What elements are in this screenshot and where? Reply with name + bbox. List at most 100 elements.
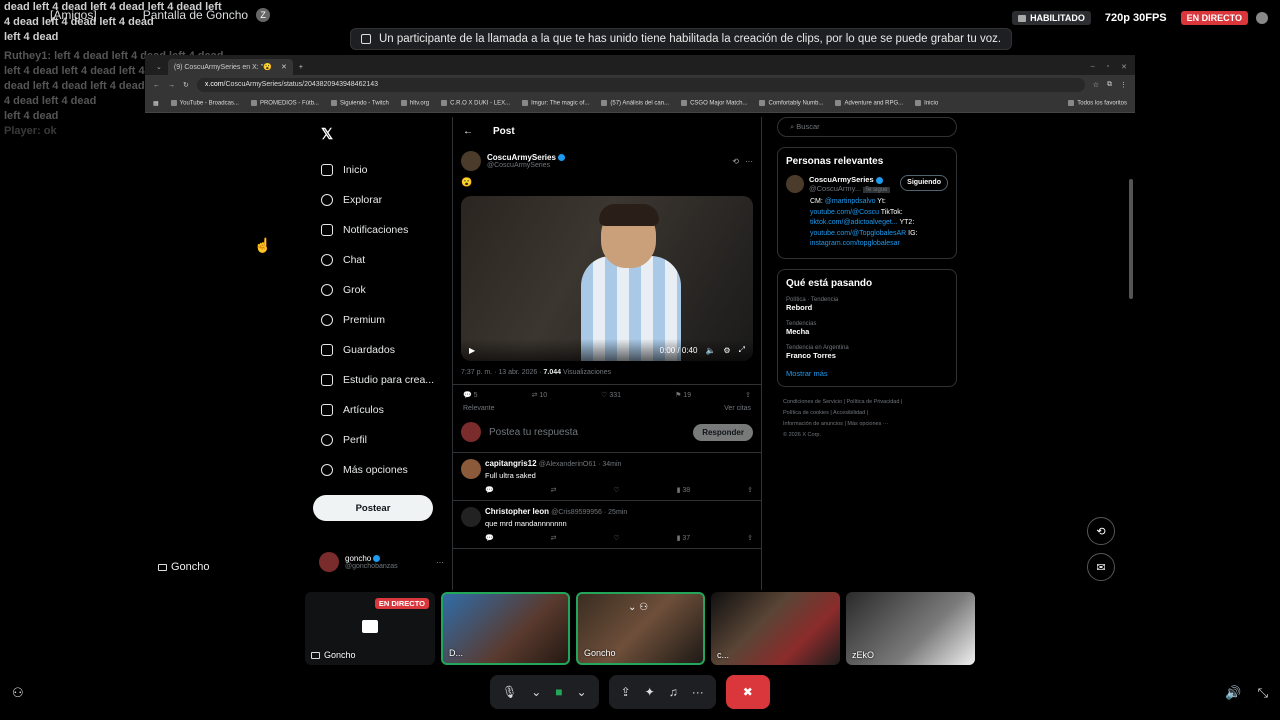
soundboard-icon[interactable]: ♫ [669,685,678,699]
star-icon[interactable]: ☆ [1093,81,1099,89]
reply-icon[interactable]: 💬 [485,486,494,494]
sort-dropdown[interactable]: Relevante [463,405,495,412]
chevron-down-icon[interactable]: ⌄ [577,685,587,699]
bookmark[interactable]: PROMEDIOS - Fútb... [251,100,319,107]
all-bookmarks[interactable]: Todos los favoritos [1068,100,1127,107]
new-tab-button[interactable]: + [293,60,309,75]
back-icon[interactable]: ← [153,82,160,89]
trend-item[interactable]: Tendencia en Argentina Franco Torres [786,345,948,360]
participant-actions-icon[interactable]: ⌄ ⚇ [628,602,648,613]
show-more-link[interactable]: Mostrar más [786,369,948,378]
like-icon[interactable]: ♡ [613,486,619,494]
more-options-icon[interactable]: ··· [692,685,704,699]
nav-articles[interactable]: Artículos [313,395,448,425]
share-icon[interactable]: ⇪ [745,391,751,399]
search-input[interactable]: ⌕ Buscar [777,117,957,137]
following-button[interactable]: Siguiendo [900,175,948,191]
bookmark[interactable]: Comfortably Numb... [759,100,823,107]
reply-icon[interactable]: 💬 [485,534,494,542]
close-icon[interactable]: ✕ [281,63,287,71]
minimize-icon[interactable]: – [1091,63,1095,71]
nav-chat[interactable]: Chat [313,245,448,275]
bookmark[interactable]: C.R.O X DUKI - LEX... [441,100,510,107]
fullscreen-icon[interactable]: ⤢ [739,345,745,355]
scrollbar[interactable] [1129,179,1133,299]
back-arrow-icon[interactable]: ← [463,126,473,137]
x-logo-icon[interactable]: 𝕏 [321,125,448,143]
microphone-icon[interactable]: 🎙 [502,685,517,699]
maximize-icon[interactable]: ▫ [1107,63,1109,71]
nav-home[interactable]: Inicio [313,155,448,185]
extensions-icon[interactable]: ⧉ [1107,81,1112,89]
bookmark[interactable]: Siguiendo - Twitch [331,100,389,107]
forward-icon[interactable]: → [168,82,175,89]
more-dots-icon[interactable]: ··· [436,558,444,567]
browser-tab[interactable]: (9) CoscuArmySeries en X: "😮 ✕ [167,59,293,75]
settings-icon[interactable] [1256,12,1268,24]
url-input[interactable]: x.com/CoscuArmySeries/status/20438209439… [196,78,1085,92]
menu-icon[interactable]: ⋮ [1120,81,1127,89]
bookmark[interactable]: Imgur: The magic of... [522,100,589,107]
share-icon[interactable]: ⇪ [747,486,753,494]
account-switcher[interactable]: goncho @gonchobanzas ··· [319,552,444,572]
camera-icon[interactable]: ■ [555,685,562,699]
trend-item[interactable]: Política · Tendencia Rebord [786,297,948,312]
settings-icon[interactable]: ⚙ [723,346,730,355]
grok-icon[interactable]: ⟲ [732,157,739,166]
nav-grok[interactable]: Grok [313,275,448,305]
volume-icon[interactable]: 🔊 [1225,685,1241,701]
bookmark[interactable]: CSGO Major Match... [681,100,747,107]
activities-icon[interactable]: ✦ [645,685,655,699]
like-icon[interactable]: ♡ 331 [601,391,621,399]
bookmark[interactable]: (57) Análisis del can... [601,100,669,107]
reply-input[interactable]: Postea tu respuesta [489,427,578,438]
invite-icon[interactable]: ⚇ [12,685,24,701]
nav-profile[interactable]: Perfil [313,425,448,455]
close-window-icon[interactable]: ✕ [1121,63,1127,71]
relevant-person[interactable]: CoscuArmySeries @CoscuArmy... Te sigue S… [786,175,948,193]
nav-premium[interactable]: Premium [313,305,448,335]
share-icon[interactable]: ⇪ [747,534,753,542]
reply-icon[interactable]: 💬 5 [463,391,478,399]
post-button[interactable]: Postear [313,495,433,521]
nav-explore[interactable]: Explorar [313,185,448,215]
post-author[interactable]: CoscuArmySeries @CoscuArmySeries ⟲ ··· [453,145,761,177]
like-icon[interactable]: ♡ [613,534,619,542]
participant-tile[interactable]: c... [711,592,840,665]
chevron-down-icon[interactable]: ⌄ [531,685,541,699]
screen-share-icon[interactable]: ⇪ [621,685,631,699]
repost-icon[interactable]: ⇄ [551,534,557,542]
video-player[interactable]: ▶ 0:00 / 0:40 🔈 ⚙ ⤢ [461,196,753,361]
exit-fullscreen-icon[interactable]: ⤡ [1258,685,1268,701]
play-icon[interactable]: ▶ [469,346,475,355]
nav-studio[interactable]: Estudio para crea... [313,365,448,395]
trend-item[interactable]: Tendencias Mecha [786,321,948,336]
quotes-link[interactable]: Ver citas [724,405,751,412]
bookmark[interactable]: hltv.org [401,100,429,107]
repost-icon[interactable]: ⇄ 10 [532,391,548,399]
reply-button[interactable]: Responder [693,423,753,441]
participant-tile[interactable]: D... [441,592,570,665]
messages-float-icon[interactable]: ✉ [1087,553,1115,581]
bookmark[interactable]: YouTube - Broadcas... [171,100,239,107]
repost-icon[interactable]: ⇄ [551,486,557,494]
live-badge: EN DIRECTO [1180,11,1248,25]
reload-icon[interactable]: ↻ [183,81,189,89]
tab-list-icon[interactable]: ⌄ [150,59,168,75]
apps-icon[interactable]: ▦ [153,100,159,107]
participant-tile[interactable]: EN DIRECTO Goncho [305,592,435,665]
nav-bookmarks[interactable]: Guardados [313,335,448,365]
volume-icon[interactable]: 🔈 [705,346,715,355]
nav-more[interactable]: Más opciones [313,455,448,485]
bookmark[interactable]: Adventure and RPG... [835,100,903,107]
participant-tile[interactable]: ⌄ ⚇ Goncho [576,592,705,665]
bookmark-icon[interactable]: ⚑ 19 [675,391,691,399]
nav-notifications[interactable]: Notificaciones [313,215,448,245]
grok-float-icon[interactable]: ⟲ [1087,517,1115,545]
more-dots-icon[interactable]: ··· [745,157,753,166]
comment[interactable]: capitangris12 @AlexanderinO61 · 34min Fu… [453,453,761,501]
comment[interactable]: Christopher leon @Cris89599956 · 25min q… [453,501,761,549]
bookmark[interactable]: Inicio [915,100,938,107]
disconnect-button[interactable]: ✖ [725,675,770,709]
participant-tile[interactable]: zEkO [846,592,975,665]
